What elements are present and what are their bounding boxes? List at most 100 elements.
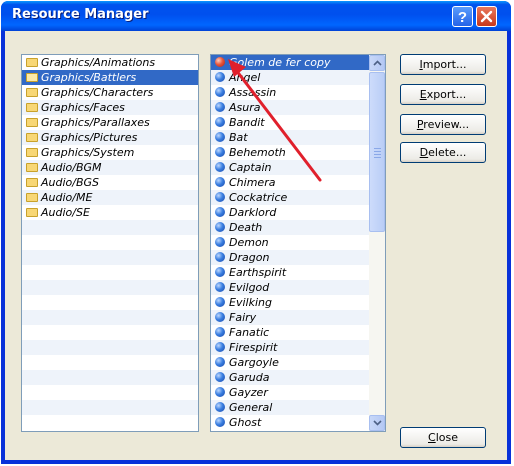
folder-label: Graphics/System <box>41 146 135 159</box>
export-button[interactable]: Export... <box>400 84 486 105</box>
file-item[interactable]: Fanatic <box>211 325 385 340</box>
file-label: General <box>229 401 273 414</box>
blue-ball-icon <box>215 132 225 142</box>
folder-icon <box>26 102 38 112</box>
file-item[interactable]: Golem de fer copy <box>211 55 385 70</box>
file-label: Gayzer <box>229 386 268 399</box>
folder-icon <box>26 192 38 202</box>
folder-list[interactable]: Graphics/Animations Graphics/Battlers Grap… <box>21 54 199 432</box>
empty-row <box>22 385 198 400</box>
red-ball-icon <box>215 57 225 67</box>
folder-item[interactable]: Graphics/Pictures <box>22 130 198 145</box>
file-label: Dragon <box>229 251 270 264</box>
blue-ball-icon <box>215 162 225 172</box>
scroll-thumb[interactable] <box>369 72 385 232</box>
file-item[interactable]: Garuda <box>211 370 385 385</box>
folder-item[interactable]: Audio/SE <box>22 205 198 220</box>
file-item[interactable]: Angel <box>211 70 385 85</box>
file-item[interactable]: Bandit <box>211 115 385 130</box>
file-item[interactable]: Evilking <box>211 295 385 310</box>
empty-row <box>22 340 198 355</box>
title-bar[interactable]: Resource Manager ? <box>1 1 511 31</box>
folder-icon <box>26 57 38 67</box>
folder-item[interactable]: Audio/BGS <box>22 175 198 190</box>
export-label-post: xport... <box>426 88 467 101</box>
delete-button[interactable]: Delete... <box>400 142 486 163</box>
file-list-scrollbar[interactable] <box>369 55 385 431</box>
thumb-grip-line <box>374 148 381 149</box>
file-item[interactable]: Ghost <box>211 415 385 430</box>
folder-item[interactable]: Graphics/Faces <box>22 100 198 115</box>
file-item[interactable]: Firespirit <box>211 340 385 355</box>
window-title: Resource Manager <box>12 7 149 22</box>
folder-item[interactable]: Graphics/Parallaxes <box>22 115 198 130</box>
folder-item[interactable]: Graphics/Animations <box>22 55 198 70</box>
preview-button[interactable]: Preview... <box>400 114 486 135</box>
file-item[interactable]: Bat <box>211 130 385 145</box>
scroll-up-button[interactable] <box>369 55 385 71</box>
folder-item[interactable]: Graphics/System <box>22 145 198 160</box>
file-item[interactable]: Asura <box>211 100 385 115</box>
empty-row <box>22 295 198 310</box>
scroll-down-button[interactable] <box>369 415 385 431</box>
file-item[interactable]: Dragon <box>211 250 385 265</box>
thumb-grip-line <box>374 151 381 152</box>
file-label: Chimera <box>229 176 276 189</box>
svg-text:?: ? <box>458 9 467 26</box>
folder-item[interactable]: Graphics/Characters <box>22 85 198 100</box>
file-label: Bat <box>229 131 248 144</box>
preview-label-post: review... <box>423 118 470 131</box>
blue-ball-icon <box>215 387 225 397</box>
help-button[interactable]: ? <box>452 6 473 27</box>
folder-icon <box>26 72 38 82</box>
file-item[interactable]: Demon <box>211 235 385 250</box>
file-label: Evilgod <box>229 281 270 294</box>
folder-icon <box>26 162 38 172</box>
file-label: Behemoth <box>229 146 286 159</box>
close-mnemonic: C <box>428 431 436 444</box>
folder-label: Graphics/Faces <box>41 101 125 114</box>
file-item[interactable]: Death <box>211 220 385 235</box>
folder-label: Graphics/Battlers <box>41 71 137 84</box>
empty-row <box>22 325 198 340</box>
blue-ball-icon <box>215 117 225 127</box>
file-item[interactable]: Captain <box>211 160 385 175</box>
file-label: Bandit <box>229 116 265 129</box>
empty-row <box>22 370 198 385</box>
resource-manager-window: Resource Manager ? Graphics/Animations Gr… <box>1 1 511 464</box>
file-item[interactable]: Behemoth <box>211 145 385 160</box>
file-label: Fairy <box>229 311 257 324</box>
blue-ball-icon <box>215 372 225 382</box>
blue-ball-icon <box>215 312 225 322</box>
file-item[interactable]: Fairy <box>211 310 385 325</box>
file-item[interactable]: Darklord <box>211 205 385 220</box>
chevron-down-icon <box>373 420 382 426</box>
folder-icon <box>26 177 38 187</box>
file-list[interactable]: Golem de fer copy Angel Assassin Asura Bandi… <box>210 54 386 432</box>
blue-ball-icon <box>215 102 225 112</box>
delete-label-post: elete... <box>428 146 467 159</box>
file-item[interactable]: Cockatrice <box>211 190 385 205</box>
file-item[interactable]: Assassin <box>211 85 385 100</box>
file-item[interactable]: Chimera <box>211 175 385 190</box>
file-item[interactable]: Earthspirit <box>211 265 385 280</box>
file-item[interactable]: General <box>211 400 385 415</box>
folder-item[interactable]: Audio/ME <box>22 190 198 205</box>
close-window-button[interactable] <box>476 6 497 27</box>
file-item[interactable]: Gargoyle <box>211 355 385 370</box>
empty-row <box>22 355 198 370</box>
folder-item[interactable]: Audio/BGM <box>22 160 198 175</box>
folder-item[interactable]: Graphics/Battlers <box>22 70 198 85</box>
folder-icon <box>26 147 38 157</box>
import-button[interactable]: Import... <box>400 54 486 75</box>
folder-icon <box>26 87 38 97</box>
file-item[interactable]: Gayzer <box>211 385 385 400</box>
empty-row <box>22 310 198 325</box>
folder-label: Audio/SE <box>41 206 90 219</box>
file-item[interactable]: Evilgod <box>211 280 385 295</box>
folder-icon <box>26 132 38 142</box>
close-button[interactable]: Close <box>400 427 486 448</box>
empty-row <box>22 235 198 250</box>
blue-ball-icon <box>215 147 225 157</box>
file-label: Assassin <box>229 86 277 99</box>
